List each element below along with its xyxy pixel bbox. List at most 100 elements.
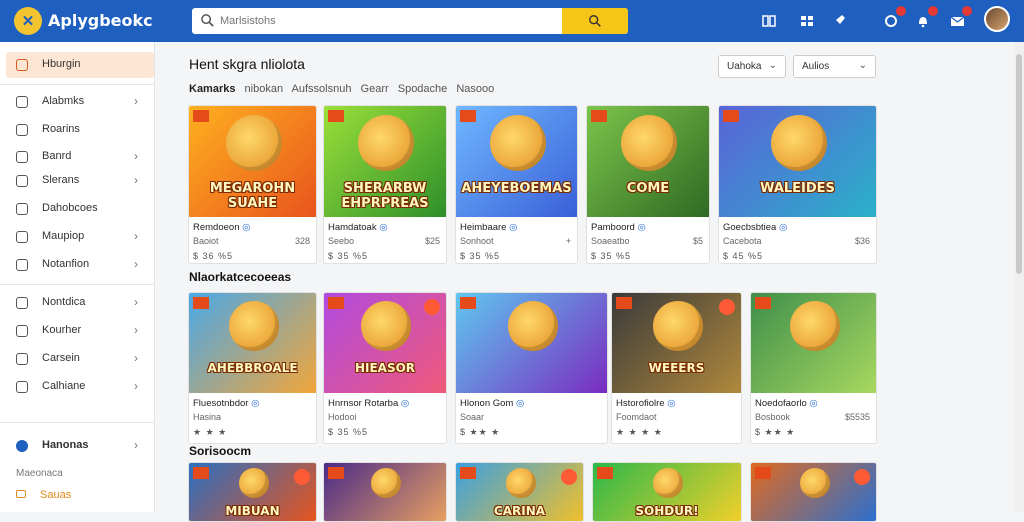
game-card[interactable] [323, 462, 447, 522]
sort-dropdown[interactable]: Uahoka ⌄ [718, 55, 786, 78]
verified-icon: ◎ [806, 398, 818, 409]
notification-icon[interactable] [880, 6, 906, 32]
sale-chip-icon [424, 299, 440, 315]
filter-tab[interactable]: Gearr [361, 83, 389, 95]
sidebar-item-12[interactable]: Hanonas › [6, 433, 154, 459]
game-thumbnail[interactable]: MEGAROHN SUAHE [189, 106, 316, 217]
game-rating: $ 36 %5 [193, 251, 234, 261]
sidebar-item-5[interactable]: Dahobcoes [6, 196, 154, 222]
app-title[interactable]: Aplygbeokc [48, 11, 153, 30]
game-thumbnail[interactable]: SHERARBW EHPRPREAS [324, 106, 446, 217]
camera-icon [16, 231, 28, 243]
search-button[interactable] [562, 8, 628, 34]
sidebar-item-label: Banrd [42, 150, 72, 162]
game-thumbnail[interactable]: AHEBBROALE [189, 293, 316, 393]
game-card[interactable]: MIBUAN [188, 462, 317, 522]
game-name[interactable]: Heimbaare ◎ [460, 222, 517, 233]
sidebar-item-home[interactable]: Hburgin [6, 52, 154, 78]
bell-icon[interactable] [912, 6, 938, 32]
game-thumbnail-title: WALEIDES [760, 181, 835, 196]
grid-icon[interactable] [796, 10, 818, 32]
game-name[interactable]: Pamboord ◎ [591, 222, 646, 233]
game-card[interactable]: CARINA [455, 462, 584, 522]
game-card[interactable]: COME Pamboord ◎ Soaeatbo $5 $ 35 %5 [586, 105, 710, 264]
verified-icon: ◎ [398, 398, 410, 409]
game-name-text: Noedofaorlo [755, 398, 807, 409]
search-icon [201, 14, 214, 27]
verified-icon: ◎ [376, 222, 388, 233]
filter-tab[interactable]: Spodache [398, 83, 448, 95]
ribbon-badge [328, 110, 344, 122]
sidebar-orange-link[interactable]: Sauas [16, 489, 71, 501]
chevron-right-icon: › [134, 351, 138, 365]
ribbon-badge [193, 110, 209, 122]
game-thumbnail[interactable] [751, 293, 876, 393]
game-card[interactable]: Noedofaorlo ◎ Bosbook $5535 $ ★★ ★ [750, 292, 877, 444]
search-input[interactable] [220, 12, 550, 30]
game-name[interactable]: Hnrnsor Rotarba ◎ [328, 398, 409, 409]
game-card[interactable]: WALEIDES Goecbsbtiea ◎ Cacebota $36 $ 45 %5 [718, 105, 877, 264]
ribbon-badge [616, 297, 632, 309]
sidebar-item-10[interactable]: Carsein › [6, 346, 154, 372]
game-card[interactable]: MEGAROHN SUAHE Remdoeon ◎ Baoiot 328 $ 36 %5 [188, 105, 317, 264]
game-name[interactable]: Hstorofiolre ◎ [616, 398, 676, 409]
mail-icon[interactable] [946, 6, 972, 32]
sidebar-item-11[interactable]: Calhiane › [6, 374, 154, 400]
game-thumbnail[interactable]: SOHDUR! [593, 463, 741, 521]
sidebar-item-4[interactable]: Slerans › [6, 168, 154, 194]
game-card[interactable]: Hlonon Gom ◎ Soaar $ ★★ ★ [455, 292, 608, 444]
game-card[interactable]: SHERARBW EHPRPREAS Hamdatoak ◎ Seebo $25 $ 3… [323, 105, 447, 264]
game-thumbnail[interactable]: AHEYEBOEMAS [456, 106, 577, 217]
game-name[interactable]: Remdoeon ◎ [193, 222, 250, 233]
game-name[interactable]: Hamdatoak ◎ [328, 222, 388, 233]
game-card[interactable]: HIEASOR Hnrnsor Rotarba ◎ Hodooi $ 35 %5 [323, 292, 447, 444]
game-price: 328 [294, 236, 310, 246]
filter-tab[interactable]: Nasooo [456, 83, 494, 95]
logo-icon[interactable]: ✕ [14, 7, 42, 35]
game-thumbnail[interactable] [324, 463, 446, 521]
sidebar-item-label: Slerans [42, 174, 80, 186]
game-card[interactable]: AHEYEBOEMAS Heimbaare ◎ Sonhoot + $ 35 %5 [455, 105, 578, 264]
scrollbar[interactable] [1014, 42, 1024, 512]
game-thumbnail[interactable]: COME [587, 106, 709, 217]
filter-tab[interactable]: nibokan [245, 83, 284, 95]
game-price: $36 [854, 236, 870, 246]
filter-dropdown[interactable]: Aulios ⌄ [793, 55, 876, 78]
library-icon[interactable] [758, 10, 780, 32]
avatar[interactable] [984, 6, 1010, 32]
game-thumbnail-title: AHEYEBOEMAS [461, 181, 572, 196]
ribbon-badge [328, 297, 344, 309]
chevron-right-icon: › [134, 94, 138, 108]
ribbon-badge [193, 467, 209, 479]
game-thumbnail[interactable] [456, 293, 607, 393]
game-name[interactable]: Noedofaorlo ◎ [755, 398, 818, 409]
game-card[interactable] [750, 462, 877, 522]
game-card[interactable]: WEEERS Hstorofiolre ◎ Foomdaot ★ ★ ★ ★ [611, 292, 742, 444]
chevron-right-icon: › [134, 295, 138, 309]
filter-tab[interactable]: Kamarks [189, 83, 235, 95]
game-name[interactable]: Hlonon Gom ◎ [460, 398, 524, 409]
game-thumbnail[interactable]: WALEIDES [719, 106, 876, 217]
ribbon-badge [755, 467, 771, 479]
rocket-icon[interactable] [828, 10, 850, 32]
sidebar-item-label: Maupiop [42, 230, 85, 242]
sidebar-orange-label: Sauas [40, 489, 72, 501]
game-name[interactable]: Fluesotnbdor ◎ [193, 398, 259, 409]
game-name-text: Remdoeon [193, 222, 240, 233]
scroll-thumb[interactable] [1016, 54, 1022, 274]
game-rating: ★ ★ ★ ★ [616, 427, 663, 437]
game-card[interactable]: SOHDUR! [592, 462, 742, 522]
sidebar-item-6[interactable]: Maupiop › [6, 224, 154, 250]
filter-tab[interactable]: Aufssolsnuh [292, 83, 352, 95]
sidebar-item-7[interactable]: Notanfion › [6, 252, 154, 278]
game-name[interactable]: Goecbsbtiea ◎ [723, 222, 787, 233]
game-developer: Soaar [460, 412, 485, 422]
sidebar: Hburgin Alabmks › Roarins Banrd › Sleran… [0, 42, 155, 512]
ribbon-badge [591, 110, 607, 122]
game-card[interactable]: AHEBBROALE Fluesotnbdor ◎ Hasina ★ ★ ★ [188, 292, 317, 444]
sidebar-item-1[interactable]: Alabmks › [6, 89, 154, 115]
sidebar-item-2[interactable]: Roarins [6, 117, 154, 143]
sidebar-item-8[interactable]: Nontdica › [6, 290, 154, 316]
sidebar-item-9[interactable]: Kourher › [6, 318, 154, 344]
sidebar-item-3[interactable]: Banrd › [6, 144, 154, 170]
